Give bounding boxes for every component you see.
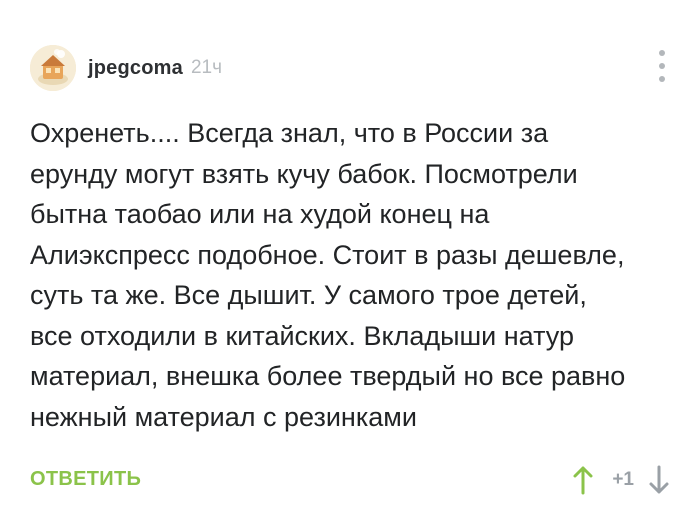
- avatar[interactable]: [30, 45, 76, 91]
- avatar-image: [30, 45, 76, 91]
- comment-text: Охренеть.... Всегда знал, что в России з…: [30, 118, 626, 432]
- comment-card: jpegcoma 21ч Охренеть.... Всегда знал, ч…: [0, 0, 700, 523]
- reply-button[interactable]: ОТВЕТИТЬ: [30, 468, 141, 491]
- comment-footer: ОТВЕТИТЬ +1: [30, 458, 670, 502]
- arrow-up-icon[interactable]: [572, 465, 594, 495]
- comment-header: jpegcoma 21ч: [30, 44, 222, 92]
- menu-dot: [659, 63, 665, 69]
- vote-controls: +1: [572, 458, 670, 502]
- menu-dot: [659, 76, 665, 82]
- author-name[interactable]: jpegcoma: [88, 57, 183, 80]
- comment-score: +1: [612, 469, 634, 490]
- comment-timestamp: 21ч: [190, 57, 223, 78]
- menu-dot: [659, 50, 665, 56]
- arrow-down-icon[interactable]: [648, 465, 670, 495]
- more-vertical-icon[interactable]: [656, 50, 668, 82]
